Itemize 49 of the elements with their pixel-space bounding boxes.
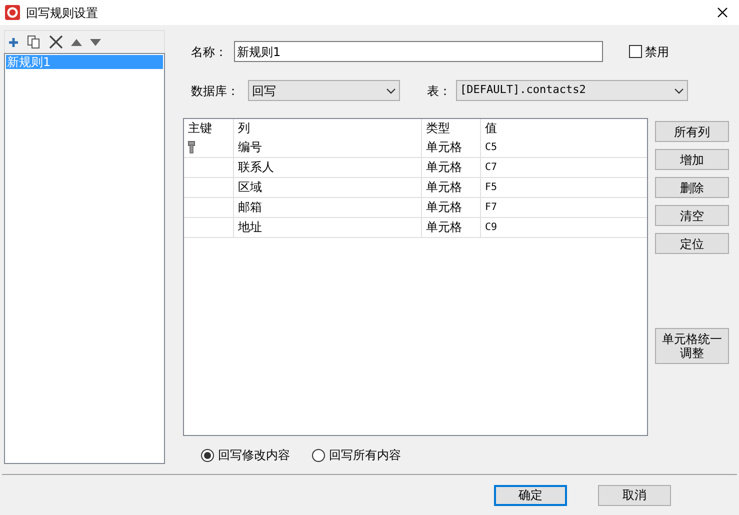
table-cell: 单元格: [422, 138, 481, 157]
disable-checkbox[interactable]: [629, 45, 642, 58]
side-button[interactable]: 所有列: [655, 121, 729, 142]
radio-button[interactable]: [312, 448, 325, 462]
database-dropdown[interactable]: 回写: [248, 80, 400, 101]
database-label: 数据库：: [191, 82, 240, 100]
radio-label: 回写修改内容: [218, 447, 290, 464]
column-header: 列: [234, 119, 422, 138]
window-title: 回写规则设置: [26, 4, 99, 22]
column-header: 类型: [422, 119, 481, 138]
adjust-button[interactable]: 单元格统一 调整: [655, 328, 729, 364]
table-cell: 单元格: [422, 158, 481, 177]
move-up-icon[interactable]: [71, 38, 82, 46]
chevron-down-icon: [674, 88, 684, 94]
chevron-down-icon: [386, 88, 396, 94]
side-button[interactable]: 清空: [655, 205, 729, 226]
table-cell: 地址: [234, 218, 422, 237]
side-button[interactable]: 增加: [655, 149, 729, 170]
copy-icon[interactable]: [27, 35, 41, 49]
table-dropdown[interactable]: [DEFAULT].contacts2: [456, 80, 688, 101]
delete-icon[interactable]: [49, 35, 63, 49]
ok-button[interactable]: 确定: [494, 484, 567, 506]
column-header: 值: [484, 120, 498, 137]
name-field[interactable]: 新规则1: [234, 41, 603, 62]
move-down-icon[interactable]: [90, 38, 101, 46]
table-cell-text: C7: [484, 161, 498, 175]
table-cell: 单元格: [422, 218, 481, 237]
table-cell-text: C9: [484, 221, 498, 235]
table-cell: 联系人: [234, 158, 422, 177]
table-cell: 单元格: [422, 198, 481, 217]
table-cell: 邮箱: [234, 198, 422, 217]
table-label: 表：: [427, 82, 452, 100]
radio-label: 回写所有内容: [329, 447, 401, 464]
side-button[interactable]: 定位: [655, 233, 729, 254]
app-logo-icon: [5, 5, 20, 20]
cancel-button[interactable]: 取消: [598, 484, 671, 506]
table-cell: 编号: [234, 138, 422, 157]
name-label: 名称：: [191, 44, 228, 60]
table-cell-text: F5: [484, 181, 498, 195]
side-button[interactable]: 删除: [655, 177, 729, 198]
table-cell-text: F7: [484, 201, 498, 215]
table-cell: 单元格: [422, 178, 481, 197]
add-icon[interactable]: [8, 36, 19, 48]
column-header: 主键: [184, 119, 234, 138]
table-cell: 区域: [234, 178, 422, 197]
close-icon[interactable]: [717, 7, 728, 18]
table-cell-text: C5: [484, 141, 498, 155]
radio-button[interactable]: [201, 448, 214, 462]
disable-label: 禁用: [645, 44, 669, 60]
